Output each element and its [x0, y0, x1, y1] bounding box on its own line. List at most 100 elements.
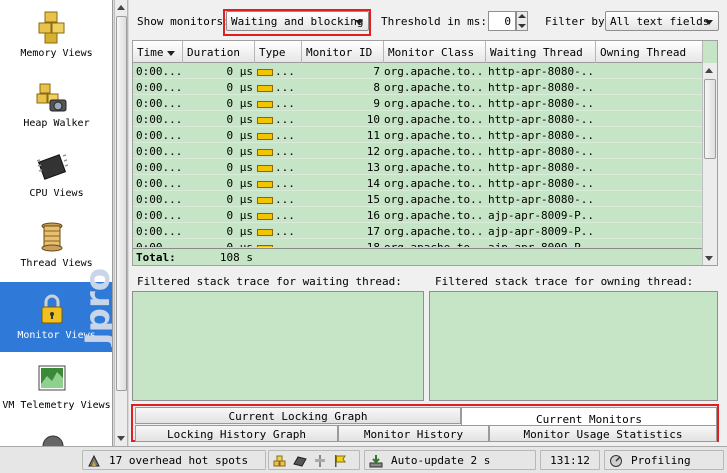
monitor-type-bar-icon: [257, 148, 273, 156]
monitor-views-icon: [41, 294, 63, 324]
monitor-view-tabs: Current Locking Graph Current Monitors L…: [131, 404, 719, 442]
cell-time: 0:00...: [136, 113, 182, 126]
cell-duration: 0 µs: [226, 225, 254, 238]
pin-icon[interactable]: [313, 454, 327, 468]
sidebar-item-memory-views[interactable]: Memory Views: [0, 0, 112, 70]
cell-type: ...: [257, 97, 301, 111]
scrollbar-thumb[interactable]: [704, 79, 716, 159]
sidebar-item-heap-walker[interactable]: Heap Walker: [0, 70, 112, 140]
tab-monitor-history[interactable]: Monitor History: [338, 425, 489, 442]
table-row[interactable]: 0:00... 0 µs... 15 org.apache.to... http-apr…: [133, 191, 703, 207]
table-row[interactable]: 0:00... 0 µs... 10 org.apache.to... http-apr…: [133, 111, 703, 127]
tab-locking-history-graph[interactable]: Locking History Graph: [135, 425, 338, 442]
cell-duration: 0 µs: [183, 241, 254, 247]
cell-time: 0:00...: [136, 145, 182, 158]
waiting-stack-trace-pane[interactable]: [132, 291, 424, 401]
tab-current-monitors[interactable]: Current Monitors: [461, 407, 717, 426]
sidebar-item-vm-telemetry-views[interactable]: VM Telemetry Views: [0, 352, 112, 422]
scrollbar-thumb[interactable]: [116, 16, 127, 391]
cell-id: 14: [366, 177, 380, 190]
threshold-label: Threshold in ms:: [381, 15, 487, 28]
scroll-up-icon[interactable]: [117, 5, 125, 10]
cell-type: ...: [257, 193, 301, 207]
column-header-monitor-class[interactable]: Monitor Class: [384, 41, 486, 63]
table-row[interactable]: 0:00... 0 µs... 9 org.apache.to... http-apr-…: [133, 95, 703, 111]
cell-time: 0:00...: [136, 177, 182, 190]
table-scrollbar[interactable]: [702, 63, 717, 265]
cell-cls: org.apache.to...: [384, 177, 484, 190]
column-header-waiting-thread[interactable]: Waiting Thread: [486, 41, 596, 63]
threshold-input[interactable]: 0: [488, 11, 516, 31]
cell-cls: org.apache.to...: [384, 241, 484, 247]
cell-owning: [598, 97, 698, 111]
monitor-type-bar-icon: [257, 196, 273, 204]
monitor-type-bar-icon: [257, 132, 273, 140]
table-row[interactable]: 0:00... 0 µs... 17 org.apache.to... ajp-apr-…: [133, 223, 703, 239]
auto-update-status[interactable]: Auto-update 2 s: [364, 450, 536, 470]
cell-cls: org.apache.to...: [384, 97, 484, 110]
cell-cls: org.apache.to...: [384, 193, 484, 206]
table-row[interactable]: 0:00... 0 µs... 11 org.apache.to... http-apr…: [133, 127, 703, 143]
table-row[interactable]: 0:00... 0 µs... 14 org.apache.to... http-apr…: [133, 175, 703, 191]
column-header-type[interactable]: Type: [255, 41, 302, 63]
cell-time: 0:00...: [136, 161, 182, 174]
column-header-time[interactable]: Time: [133, 41, 183, 63]
column-header-owning-thread[interactable]: Owning Thread: [596, 41, 703, 63]
cell-cls: org.apache.to...: [384, 81, 484, 94]
sidebar-item-cpu-views[interactable]: CPU Views: [0, 140, 112, 210]
table-header: Time Duration Type Monitor ID Monitor Cl…: [133, 41, 703, 63]
cell-waiting: ajp-apr-8009-P...: [488, 241, 594, 247]
monitor-type-bar-icon: [257, 228, 273, 236]
cell-type: ...: [257, 113, 301, 127]
show-monitors-label: Show monitors:: [137, 15, 230, 28]
cell-time: 0:00...: [136, 209, 182, 222]
hot-spots-text: 17 overhead hot spots: [109, 454, 249, 467]
bookmark-flag-icon[interactable]: [333, 454, 347, 468]
chevron-down-icon: [705, 20, 713, 25]
table-row[interactable]: 0:00... 0 µs... 8 org.apache.to... http-apr-…: [133, 79, 703, 95]
cell-id: 18: [302, 241, 380, 247]
memory-views-icon: [38, 11, 65, 44]
table-row[interactable]: 0:00...0 µs...18 org.apache.to... ajp-apr-…: [133, 239, 703, 247]
sidebar-scrollbar[interactable]: [114, 0, 128, 446]
cell-type: ...: [257, 177, 301, 191]
heap-icon[interactable]: [273, 454, 287, 468]
tab-current-locking-graph[interactable]: Current Locking Graph: [135, 407, 461, 424]
sort-descending-icon: [166, 50, 175, 56]
profiling-icon: [610, 455, 622, 467]
spinner-up-icon[interactable]: [518, 14, 526, 18]
cell-waiting: http-apr-8080-...: [488, 177, 594, 190]
cell-duration: 0 µs: [226, 97, 254, 110]
gc-icon[interactable]: [293, 454, 307, 468]
monitor-events-table: Time Duration Type Monitor ID Monitor Cl…: [132, 40, 718, 266]
cell-type: ...: [257, 209, 301, 223]
monitor-type-bar-icon: [257, 68, 273, 76]
scroll-down-icon[interactable]: [705, 256, 713, 261]
cell-id: 7: [373, 65, 380, 78]
cell-waiting: http-apr-8080-...: [488, 161, 594, 174]
monitor-toolbar: Show monitors: Waiting and blocking Thre…: [129, 6, 727, 34]
scroll-up-icon[interactable]: [705, 68, 713, 73]
table-row[interactable]: 0:00... 0 µs... 12 org.apache.to... http-apr…: [133, 143, 703, 159]
filter-by-dropdown[interactable]: All text fields: [605, 11, 719, 31]
cell-cls: org.apache.to...: [384, 65, 484, 78]
profiling-status[interactable]: Profiling: [604, 450, 724, 470]
hot-spots-status[interactable]: 17 overhead hot spots: [82, 450, 266, 470]
cell-time: 0:00...: [136, 225, 182, 238]
monitor-type-bar-icon: [257, 116, 273, 124]
column-header-duration[interactable]: Duration: [183, 41, 255, 63]
cell-waiting: ajp-apr-8009-P...: [488, 209, 594, 222]
threshold-spinner[interactable]: [516, 11, 528, 31]
vm-telemetry-icon: [38, 365, 66, 391]
table-row[interactable]: 0:00... 0 µs... 13 org.apache.to... http-apr…: [133, 159, 703, 175]
column-header-monitor-id[interactable]: Monitor ID: [302, 41, 384, 63]
total-label: Total:: [136, 251, 176, 264]
cell-type: ...: [257, 241, 301, 247]
cell-owning: [598, 209, 698, 223]
table-row[interactable]: 0:00... 0 µs... 7 org.apache.to... http-apr-…: [133, 63, 703, 79]
spinner-down-icon[interactable]: [518, 24, 526, 28]
scroll-down-icon[interactable]: [117, 436, 125, 441]
tab-monitor-usage-statistics[interactable]: Monitor Usage Statistics: [489, 425, 717, 442]
table-row[interactable]: 0:00... 0 µs... 16 org.apache.to... ajp-apr-…: [133, 207, 703, 223]
owning-stack-trace-pane[interactable]: [429, 291, 718, 401]
